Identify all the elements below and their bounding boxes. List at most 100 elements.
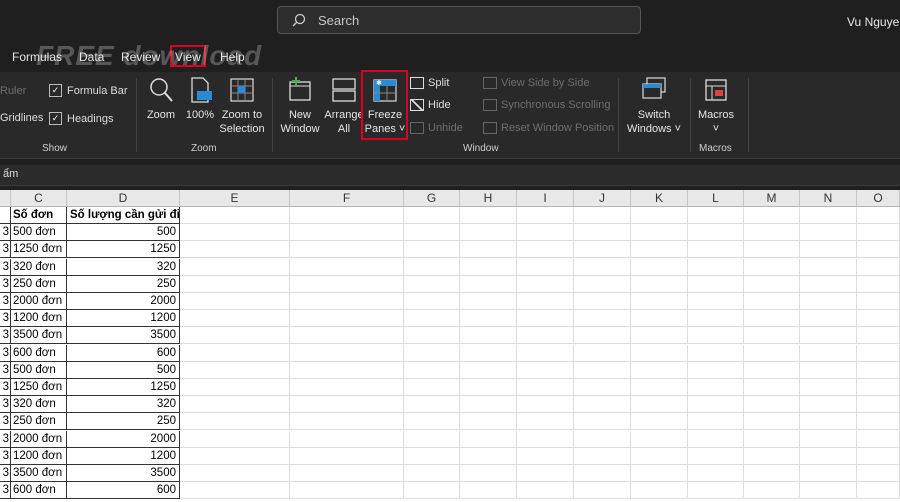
cell-empty[interactable] (631, 275, 688, 293)
switch-windows-button[interactable]: Switch Windows ˅ (624, 76, 684, 136)
cell-empty[interactable] (574, 413, 631, 431)
cell-empty[interactable] (800, 275, 857, 293)
cell-empty[interactable] (517, 224, 574, 242)
cell-empty[interactable] (631, 207, 688, 224)
cell-empty[interactable] (404, 224, 460, 242)
cell-empty[interactable] (631, 379, 688, 396)
cell-empty[interactable] (290, 293, 404, 310)
cell-empty[interactable] (180, 344, 290, 362)
cell-empty[interactable] (631, 447, 688, 465)
column-header-j[interactable]: J (574, 190, 631, 207)
cell-empty[interactable] (744, 396, 800, 414)
cell-empty[interactable] (800, 241, 857, 259)
cell-empty[interactable] (631, 241, 688, 259)
cell-empty[interactable] (857, 310, 900, 328)
cell-empty[interactable] (290, 430, 404, 448)
cell-empty[interactable] (800, 413, 857, 431)
cell-empty[interactable] (290, 361, 404, 379)
cell-empty[interactable] (460, 379, 517, 396)
cell-c[interactable]: 250 đơn (11, 413, 67, 431)
synchronous-scrolling-button[interactable]: Synchronous Scrolling (483, 99, 610, 111)
cell-empty[interactable] (800, 224, 857, 242)
cell-d[interactable]: 600 (67, 482, 180, 500)
cell-empty[interactable] (517, 379, 574, 396)
cell-d[interactable]: 500 (67, 224, 180, 242)
cell-empty[interactable] (517, 258, 574, 276)
cell-empty[interactable] (857, 465, 900, 482)
column-header-k[interactable]: K (631, 190, 688, 207)
cell-empty[interactable] (404, 465, 460, 482)
cell-empty[interactable] (290, 224, 404, 242)
cell-c[interactable]: 2000 đơn (11, 430, 67, 448)
cell-empty[interactable] (180, 413, 290, 431)
split-button[interactable]: Split (410, 77, 449, 89)
cell-empty[interactable] (180, 207, 290, 224)
column-header-c[interactable]: C (11, 190, 67, 207)
cell-empty[interactable] (800, 430, 857, 448)
cell-d[interactable]: 600 (67, 344, 180, 362)
cell-empty[interactable] (180, 379, 290, 396)
cell-empty[interactable] (180, 396, 290, 414)
cell-empty[interactable] (744, 344, 800, 362)
cell-empty[interactable] (404, 361, 460, 379)
cell-c[interactable]: 500 đơn (11, 361, 67, 379)
cell-empty[interactable] (857, 344, 900, 362)
cell-empty[interactable] (574, 482, 631, 500)
cell-empty[interactable] (744, 258, 800, 276)
cell-b[interactable]: 3 (0, 293, 11, 310)
cell-empty[interactable] (404, 430, 460, 448)
cell-empty[interactable] (688, 327, 744, 345)
cell-b[interactable]: 3 (0, 396, 11, 414)
cell-b[interactable] (0, 207, 11, 224)
gridlines-checkbox[interactable]: Gridlines (0, 112, 43, 124)
cell-empty[interactable] (290, 465, 404, 482)
cell-empty[interactable] (800, 327, 857, 345)
cell-empty[interactable] (290, 413, 404, 431)
cell-empty[interactable] (180, 430, 290, 448)
tab-help[interactable]: Help (220, 50, 245, 64)
search-box[interactable]: Search (277, 6, 641, 34)
cell-empty[interactable] (460, 207, 517, 224)
cell-empty[interactable] (631, 396, 688, 414)
unhide-button[interactable]: Unhide (410, 122, 463, 134)
cell-empty[interactable] (180, 361, 290, 379)
cell-d[interactable]: 250 (67, 275, 180, 293)
ruler-checkbox[interactable]: Ruler (0, 85, 26, 97)
cell-d[interactable]: 250 (67, 413, 180, 431)
cell-empty[interactable] (744, 310, 800, 328)
cell-empty[interactable] (517, 396, 574, 414)
cell-empty[interactable] (800, 361, 857, 379)
cell-empty[interactable] (631, 465, 688, 482)
cell-d[interactable]: 1200 (67, 447, 180, 465)
cell-empty[interactable] (517, 310, 574, 328)
formula-bar[interactable]: ẩm (0, 165, 900, 186)
cell-empty[interactable] (180, 293, 290, 310)
cell-b[interactable]: 3 (0, 327, 11, 345)
cell-empty[interactable] (404, 207, 460, 224)
cell-empty[interactable] (744, 275, 800, 293)
zoom-to-selection-button[interactable]: Zoom to Selection (218, 76, 266, 136)
cell-empty[interactable] (290, 275, 404, 293)
cell-empty[interactable] (857, 293, 900, 310)
cell-empty[interactable] (404, 241, 460, 259)
cell-empty[interactable] (574, 327, 631, 345)
column-header-f[interactable]: F (290, 190, 404, 207)
cell-empty[interactable] (574, 344, 631, 362)
cell-b[interactable]: 3 (0, 361, 11, 379)
cell-empty[interactable] (631, 413, 688, 431)
cell-empty[interactable] (290, 258, 404, 276)
cell-empty[interactable] (857, 447, 900, 465)
cell-c[interactable]: 1250 đơn (11, 241, 67, 259)
cell-empty[interactable] (574, 207, 631, 224)
cell-empty[interactable] (631, 310, 688, 328)
column-header-h[interactable]: H (460, 190, 517, 207)
cell-c[interactable]: 320 đơn (11, 396, 67, 414)
cell-b[interactable]: 3 (0, 379, 11, 396)
cell-empty[interactable] (180, 465, 290, 482)
cell-empty[interactable] (517, 241, 574, 259)
cell-empty[interactable] (688, 207, 744, 224)
cell-b[interactable]: 3 (0, 241, 11, 259)
cell-empty[interactable] (688, 447, 744, 465)
cell-empty[interactable] (688, 361, 744, 379)
spreadsheet-grid[interactable]: C D E F G H I J K L M N O Số đơn Số lượng cần gửi đi 3 5… (0, 190, 900, 502)
